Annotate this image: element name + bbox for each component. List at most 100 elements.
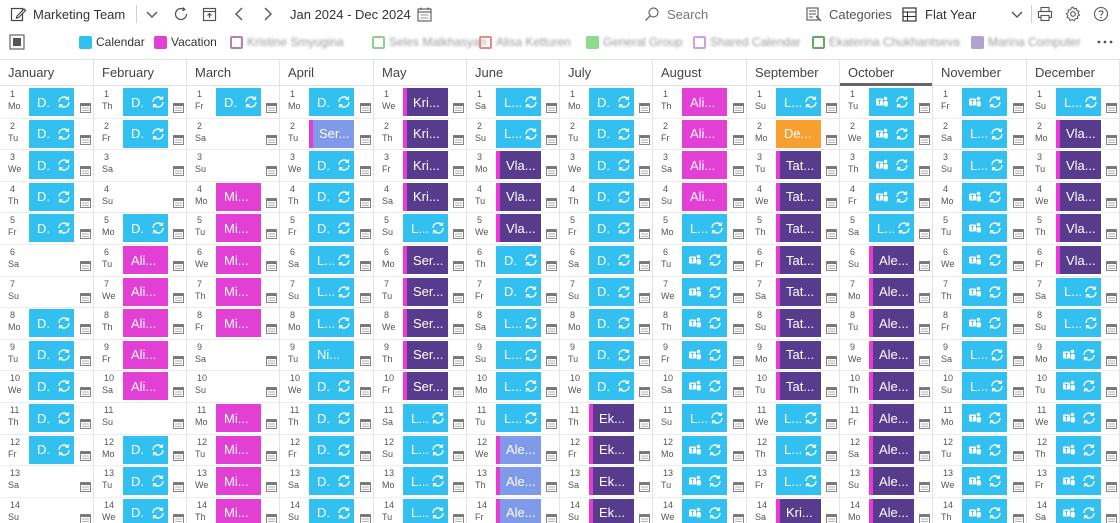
calendar-event[interactable]: Mi... [216,404,261,432]
calendar-event[interactable]: L... [776,467,821,496]
day-cell[interactable]: 1 Fr D. [187,87,279,119]
calendar-event[interactable]: Mi... [216,277,261,306]
day-cell[interactable]: 13 Fr L... [747,466,839,498]
month-header[interactable]: June [467,60,559,86]
calendar-small-icon[interactable] [360,387,371,398]
day-cell[interactable]: 3 Su L... [933,150,1026,182]
day-cell[interactable]: 11 Th Ek... [560,403,652,435]
calendar-event[interactable]: Mi... [216,182,261,211]
month-header[interactable]: November [933,60,1026,86]
calendar-event[interactable]: L... [1056,277,1101,306]
day-cell[interactable]: 6 Su Ale... [840,245,932,277]
day-cell[interactable]: 13 We Mi... [187,466,279,498]
calendar-event[interactable]: D. [29,88,74,116]
calendar-small-icon[interactable] [80,513,91,523]
calendar-event[interactable]: Tat... [776,340,821,369]
day-cell[interactable]: 11 Fr Ale... [840,403,932,435]
print-button[interactable] [1037,0,1053,28]
calendar-small-icon[interactable] [80,292,91,303]
calendar-event[interactable]: Ek... [589,498,634,523]
calendar-event[interactable]: D. [309,151,354,180]
day-cell[interactable]: 10 Su L... [933,371,1026,403]
calendar-small-icon[interactable] [546,387,557,398]
day-cell[interactable]: 5 Fr D. [0,213,93,245]
day-cell[interactable]: 3 Sa Ali... [653,150,746,182]
calendar-event[interactable]: L... [403,467,448,496]
calendar-small-icon[interactable] [266,197,277,208]
team-dropdown-button[interactable] [145,0,159,28]
legend-item[interactable]: General Group [586,34,682,50]
calendar-event[interactable]: D. [589,88,634,116]
day-cell[interactable]: 12 Th L... [747,435,839,467]
calendar-small-icon[interactable] [826,229,837,240]
calendar-small-icon[interactable] [360,419,371,429]
day-cell[interactable]: 3 We D. [280,150,373,182]
calendar-small-icon[interactable] [826,197,837,208]
calendar-small-icon[interactable] [546,166,557,177]
calendar-small-icon[interactable] [1106,482,1117,493]
day-cell[interactable]: 7 Th T [933,277,1026,309]
calendar-event[interactable]: T [962,498,1007,523]
calendar-small-icon[interactable] [80,229,91,240]
calendar-event[interactable]: Mi... [216,498,261,523]
day-cell[interactable]: 8 Th T [653,308,746,340]
calendar-event[interactable]: Tat... [776,246,821,274]
calendar-event[interactable]: T [1056,340,1101,369]
day-cell[interactable]: 3 Tu Tat... [747,150,839,182]
day-cell[interactable]: 3 We D. [560,150,652,182]
day-cell[interactable]: 2 Tu D. [0,119,93,151]
calendar-small-icon[interactable] [639,292,650,303]
day-cell[interactable]: 6 Fr Tat... [747,245,839,277]
day-cell[interactable]: 7 Tu Ser... [374,277,466,309]
calendar-small-icon[interactable] [733,355,744,366]
calendar-small-icon[interactable] [1106,324,1117,335]
calendar-small-icon[interactable] [173,134,184,145]
day-cell[interactable]: 11 Su [94,403,186,435]
calendar-event[interactable]: Mi... [216,435,261,464]
day-cell[interactable]: 4 Su [94,182,186,214]
calendar-event[interactable]: L... [869,214,914,243]
calendar-small-icon[interactable] [453,419,464,429]
day-cell[interactable]: 12 Su L... [374,435,466,467]
calendar-small-icon[interactable] [1106,229,1117,240]
day-cell[interactable]: 3 Fr Kri... [374,150,466,182]
calendar-small-icon[interactable] [826,166,837,177]
calendar-event[interactable]: Mi... [216,309,261,338]
calendar-event[interactable]: T [682,340,727,369]
calendar-small-icon[interactable] [453,387,464,398]
day-cell[interactable]: 9 Fr Ali... [94,340,186,372]
day-cell[interactable]: 6 Th D. [467,245,559,277]
calendar-event[interactable]: Tat... [776,214,821,243]
day-cell[interactable]: 4 Th D. [0,182,93,214]
day-cell[interactable]: 13 Tu D. [94,466,186,498]
calendar-small-icon[interactable] [1013,355,1024,366]
calendar-event[interactable]: T [962,246,1007,274]
calendar-event[interactable]: Ali... [123,340,168,369]
calendar-small-icon[interactable] [826,482,837,493]
calendar-small-icon[interactable] [546,482,557,493]
calendar-small-icon[interactable] [826,103,837,113]
calendar-event[interactable]: Vla... [1056,119,1101,148]
day-cell[interactable]: 3 Su [187,150,279,182]
calendar-small-icon[interactable] [639,134,650,145]
calendar-small-icon[interactable] [360,292,371,303]
day-cell[interactable]: 14 Su [0,498,93,523]
calendar-small-icon[interactable] [173,197,184,208]
calendar-small-icon[interactable] [1013,450,1024,461]
day-cell[interactable]: 9 Sa L... [933,340,1026,372]
calendar-event[interactable]: Ale... [869,340,914,369]
calendar-small-icon[interactable] [639,419,650,429]
calendar-event[interactable]: T [682,246,727,274]
day-cell[interactable]: 1 Mo D. [0,87,93,119]
calendar-event[interactable]: D. [309,404,354,432]
calendar-small-icon[interactable] [826,513,837,523]
calendar-small-icon[interactable] [360,450,371,461]
day-cell[interactable]: 14 Sa T [1027,498,1119,523]
calendar-small-icon[interactable] [546,134,557,145]
calendar-small-icon[interactable] [1106,419,1117,429]
calendar-event[interactable]: D. [309,88,354,116]
day-cell[interactable]: 14 Mo Ale... [840,498,932,523]
day-cell[interactable]: 10 Tu Tat... [747,371,839,403]
calendar-event[interactable]: D. [29,340,74,369]
calendar-event[interactable]: Ali... [682,119,727,148]
